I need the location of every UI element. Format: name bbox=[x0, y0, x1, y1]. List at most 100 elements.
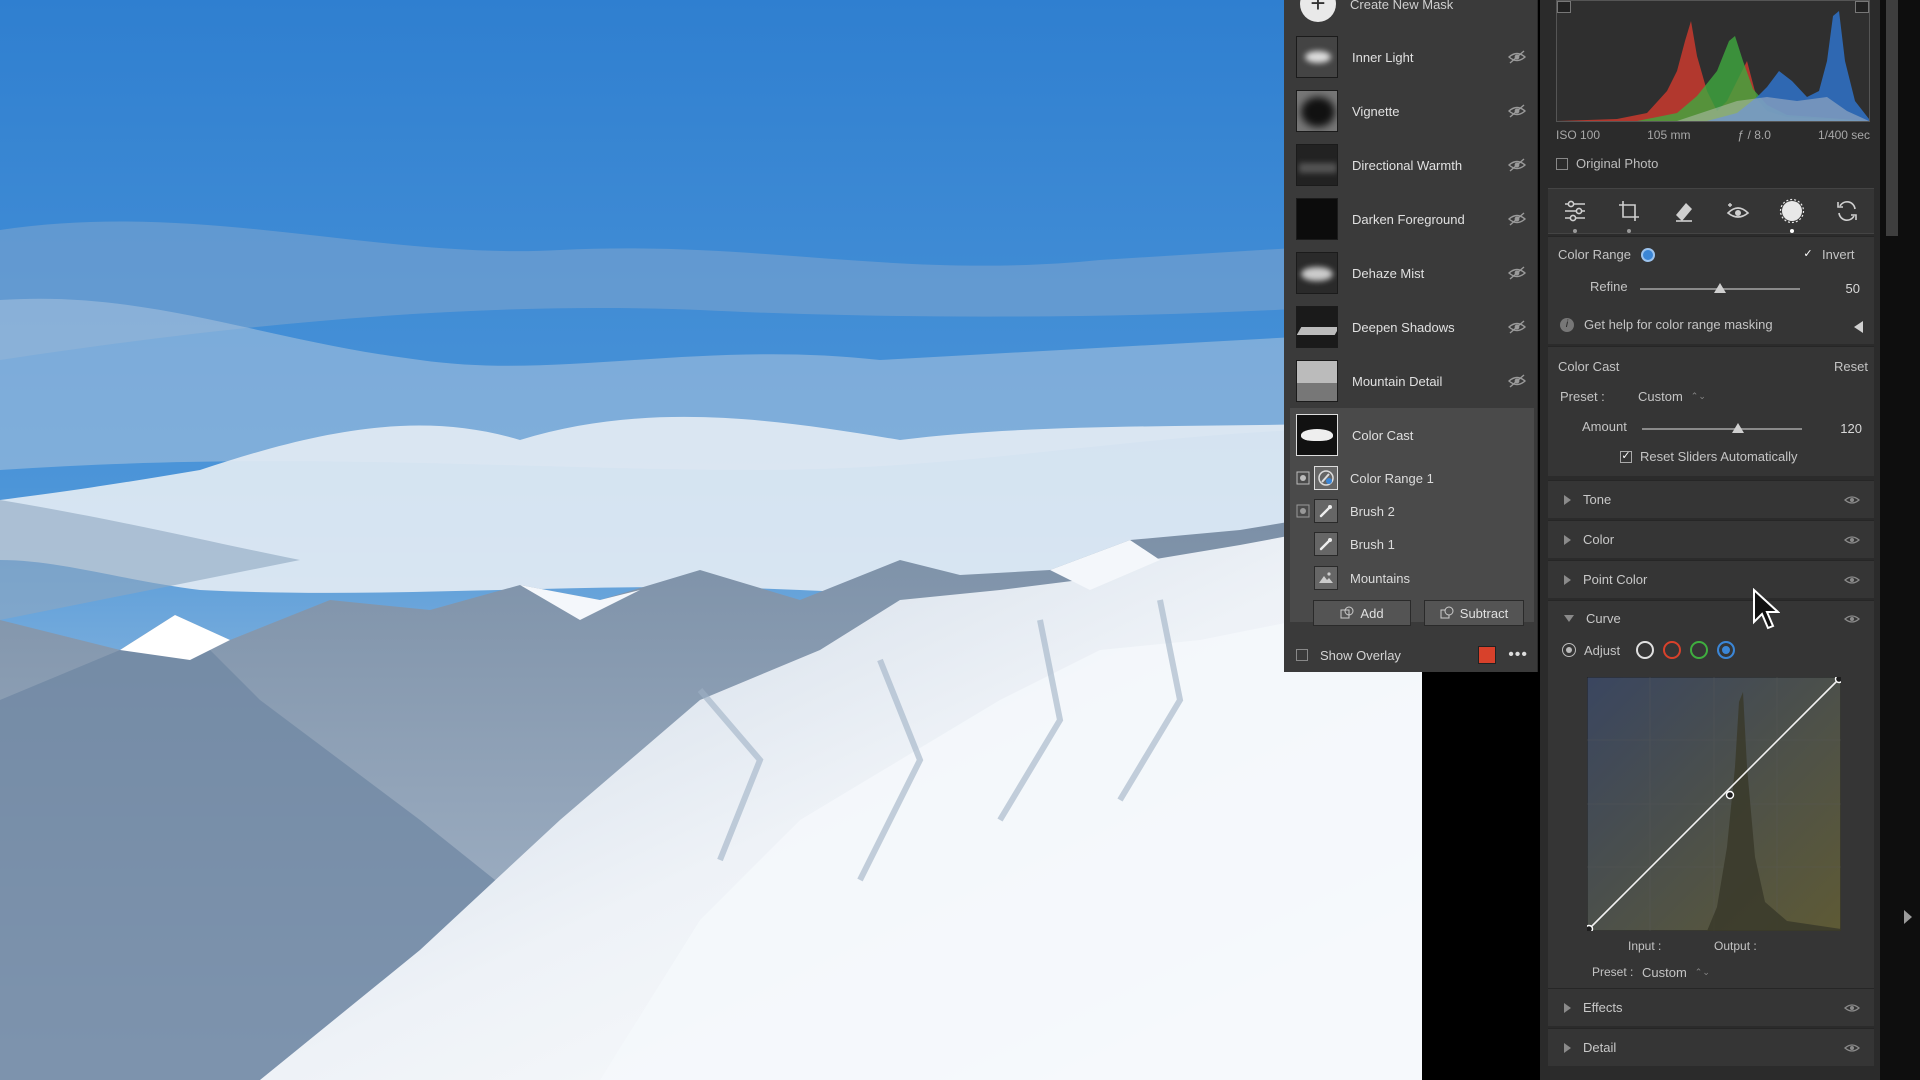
shadow-clipping-icon[interactable] bbox=[1557, 1, 1571, 13]
tool-strip bbox=[1548, 188, 1874, 234]
mask-item-directional-warmth[interactable]: Directional Warmth bbox=[1292, 140, 1532, 190]
mask-item-deepen-shadows[interactable]: Deepen Shadows bbox=[1292, 302, 1532, 352]
refine-slider-handle[interactable] bbox=[1714, 283, 1726, 293]
curve-preset-select[interactable]: Custom ⌃⌄ bbox=[1642, 965, 1710, 980]
component-mountains[interactable]: Mountains bbox=[1292, 563, 1528, 593]
eye-off-icon[interactable] bbox=[1508, 320, 1526, 334]
masking-tool[interactable] bbox=[1776, 195, 1808, 233]
component-label: Mountains bbox=[1350, 570, 1410, 586]
mask-thumbnail bbox=[1296, 306, 1338, 348]
component-label: Brush 2 bbox=[1350, 503, 1395, 519]
eye-off-icon[interactable] bbox=[1508, 104, 1526, 118]
red-eye-tool[interactable] bbox=[1722, 195, 1754, 227]
mask-item-label: Vignette bbox=[1352, 103, 1400, 119]
eye-off-icon[interactable] bbox=[1508, 266, 1526, 280]
color-range-help-link[interactable]: i Get help for color range masking bbox=[1560, 317, 1773, 332]
mask-thumbnail bbox=[1296, 198, 1338, 240]
eraser-icon bbox=[1675, 203, 1692, 222]
red-channel-button[interactable] bbox=[1663, 641, 1682, 659]
mask-item-mountain-detail[interactable]: Mountain Detail bbox=[1292, 356, 1532, 406]
point-color-section-header[interactable]: Point Color bbox=[1548, 560, 1874, 598]
original-photo-checkbox[interactable] bbox=[1556, 157, 1568, 170]
target-adjust-icon[interactable] bbox=[1562, 643, 1576, 657]
more-options-icon[interactable]: ••• bbox=[1508, 646, 1528, 664]
color-cast-reset-button[interactable]: Reset bbox=[1834, 359, 1868, 374]
rgb-channel-button[interactable] bbox=[1636, 641, 1655, 659]
green-channel-button[interactable] bbox=[1690, 641, 1709, 659]
component-brush-2[interactable]: Brush 2 bbox=[1292, 496, 1528, 526]
curve-title: Curve bbox=[1586, 611, 1621, 626]
brush-icon bbox=[1314, 499, 1338, 523]
eye-off-icon[interactable] bbox=[1508, 374, 1526, 388]
mask-item-dehaze-mist[interactable]: Dehaze Mist bbox=[1292, 248, 1532, 298]
color-range-sample-icon[interactable] bbox=[1641, 247, 1655, 262]
histogram-graph bbox=[1557, 11, 1869, 121]
curve-preset-label: Preset : bbox=[1592, 965, 1634, 979]
eye-off-icon[interactable] bbox=[1508, 50, 1526, 64]
amount-value[interactable]: 120 bbox=[1822, 421, 1862, 436]
mask-item-label: Directional Warmth bbox=[1352, 157, 1463, 173]
expand-triangle-icon bbox=[1564, 1042, 1571, 1053]
curve-section-header[interactable]: Curve bbox=[1548, 611, 1874, 626]
mask-item-vignette[interactable]: Vignette bbox=[1292, 86, 1532, 136]
eye-icon[interactable] bbox=[1844, 1002, 1860, 1014]
curve-section: Curve Adjust Input : Output : Preset : C… bbox=[1548, 600, 1874, 988]
detail-section-header[interactable]: Detail bbox=[1548, 1028, 1874, 1066]
amount-slider-handle[interactable] bbox=[1732, 423, 1744, 433]
mask-item-color-cast[interactable]: Color Cast bbox=[1292, 410, 1532, 460]
crop-tool[interactable] bbox=[1613, 195, 1645, 233]
expand-triangle-icon bbox=[1564, 494, 1571, 505]
collapse-arrow-icon[interactable] bbox=[1854, 321, 1863, 333]
panel-scrollbar[interactable] bbox=[1886, 0, 1898, 236]
show-overlay-checkbox[interactable] bbox=[1296, 649, 1308, 661]
blue-channel-button[interactable] bbox=[1717, 641, 1736, 659]
color-cast-preset-select[interactable]: Custom ⌃⌄ bbox=[1638, 389, 1706, 404]
subtract-component-button[interactable]: Subtract bbox=[1424, 600, 1524, 626]
color-cast-section: Color Cast Reset Preset : Custom ⌃⌄ Amou… bbox=[1548, 346, 1874, 476]
refine-value[interactable]: 50 bbox=[1820, 281, 1860, 296]
presets-tool[interactable] bbox=[1831, 195, 1863, 227]
invert-checkbox[interactable]: ✓ bbox=[1802, 249, 1814, 261]
mouse-cursor-icon bbox=[1753, 588, 1780, 630]
add-component-button[interactable]: Add bbox=[1313, 600, 1411, 626]
invert-toggle[interactable]: ✓ Invert bbox=[1802, 247, 1854, 262]
help-label: Get help for color range masking bbox=[1584, 317, 1773, 332]
curve-adjust-row: Adjust bbox=[1562, 641, 1744, 659]
healing-tool[interactable] bbox=[1668, 195, 1700, 227]
panel-expand-arrow-icon[interactable] bbox=[1904, 910, 1912, 924]
curve-input-label: Input : bbox=[1628, 939, 1662, 953]
reset-sliders-checkbox[interactable]: ✓ bbox=[1620, 450, 1632, 463]
component-brush-1[interactable]: Brush 1 bbox=[1292, 529, 1528, 559]
eye-off-icon[interactable] bbox=[1508, 212, 1526, 226]
eye-icon[interactable] bbox=[1844, 534, 1860, 546]
amount-slider-track[interactable] bbox=[1642, 428, 1802, 430]
add-shape-icon bbox=[1340, 606, 1354, 619]
eye-icon[interactable] bbox=[1844, 494, 1860, 506]
exif-aperture: ƒ / 8.0 bbox=[1737, 128, 1771, 142]
eye-icon[interactable] bbox=[1844, 574, 1860, 586]
mask-item-label: Inner Light bbox=[1352, 49, 1414, 65]
chevron-updown-icon: ⌃⌄ bbox=[1690, 391, 1706, 401]
sliders-icon bbox=[1565, 200, 1586, 222]
component-visibility-icon[interactable] bbox=[1296, 504, 1310, 518]
original-photo-label: Original Photo bbox=[1576, 156, 1659, 171]
tone-section-header[interactable]: Tone bbox=[1548, 480, 1874, 518]
eye-icon[interactable] bbox=[1844, 1042, 1860, 1054]
effects-section-header[interactable]: Effects bbox=[1548, 988, 1874, 1026]
mask-item-inner-light[interactable]: Inner Light bbox=[1292, 32, 1532, 82]
color-section-header[interactable]: Color bbox=[1548, 520, 1874, 558]
eye-icon[interactable] bbox=[1844, 613, 1860, 625]
reset-sliders-toggle[interactable]: ✓ Reset Sliders Automatically bbox=[1620, 449, 1798, 464]
overlay-color-swatch[interactable] bbox=[1478, 646, 1497, 664]
original-photo-toggle[interactable]: Original Photo bbox=[1556, 156, 1658, 171]
component-visibility-icon[interactable] bbox=[1296, 471, 1310, 485]
create-new-mask-button[interactable]: + Create New Mask bbox=[1292, 0, 1532, 22]
mask-item-darken-foreground[interactable]: Darken Foreground bbox=[1292, 194, 1532, 244]
highlight-clipping-icon[interactable] bbox=[1855, 1, 1869, 13]
tone-curve-graph[interactable] bbox=[1587, 677, 1841, 931]
edit-sliders-tool[interactable] bbox=[1559, 195, 1591, 233]
photo-canvas[interactable] bbox=[0, 0, 1422, 1080]
eye-off-icon[interactable] bbox=[1508, 158, 1526, 172]
component-color-range-1[interactable]: Color Range 1 bbox=[1292, 463, 1528, 493]
color-range-icon bbox=[1314, 466, 1338, 490]
